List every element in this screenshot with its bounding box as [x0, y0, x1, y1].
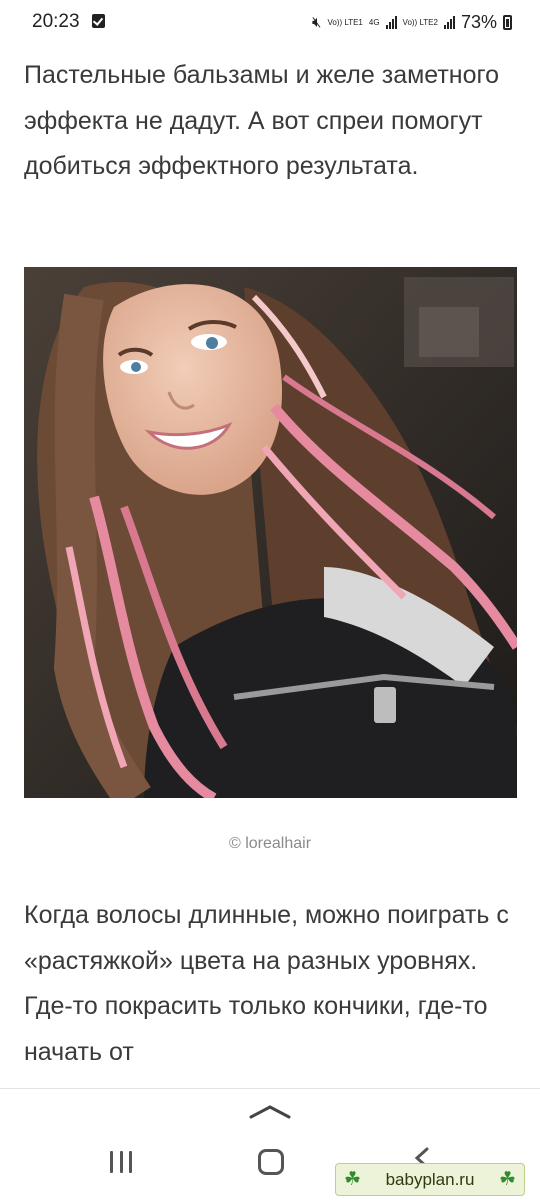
signal-2-icon — [443, 15, 455, 29]
status-bar: 20:23 🔇︎ Vo)) LTE1 4G Vo)) LTE2 73% — [0, 0, 540, 44]
notification-check-icon — [92, 14, 105, 28]
article-paragraph: Пастельные бальзамы и желе заметного эфф… — [24, 61, 499, 180]
recent-apps-button[interactable] — [108, 1149, 134, 1175]
portrait-illustration — [24, 267, 517, 798]
mute-icon: 🔇︎ — [312, 13, 322, 31]
clover-icon: ☘ — [344, 1169, 362, 1190]
signal-1-icon — [385, 15, 397, 29]
watermark-text: babyplan.ru — [385, 1169, 475, 1189]
article-photo[interactable] — [24, 267, 517, 798]
recents-bar-icon — [110, 1151, 113, 1173]
system-icons: 🔇︎ Vo)) LTE1 4G Vo)) LTE2 73% — [312, 10, 512, 34]
clock: 20:23 — [32, 11, 80, 32]
network-type-label: 4G — [368, 17, 380, 27]
chevron-up-icon[interactable] — [249, 1101, 291, 1121]
volte-1-label: Vo)) LTE1 — [327, 17, 363, 27]
battery-percent: 73% — [460, 11, 497, 32]
recents-bar-icon — [119, 1151, 123, 1173]
site-watermark: ☘ babyplan.ru ☘ — [335, 1163, 525, 1196]
photo-caption: © lorealhair — [228, 835, 312, 852]
recents-bar-icon — [129, 1151, 132, 1173]
home-button[interactable] — [258, 1149, 284, 1175]
clover-icon: ☘ — [498, 1169, 516, 1190]
volte-2-label: Vo)) LTE2 — [402, 17, 438, 27]
battery-icon — [503, 14, 512, 30]
article-paragraph: Когда волосы длинные, можно поиграть с «… — [24, 901, 509, 1066]
